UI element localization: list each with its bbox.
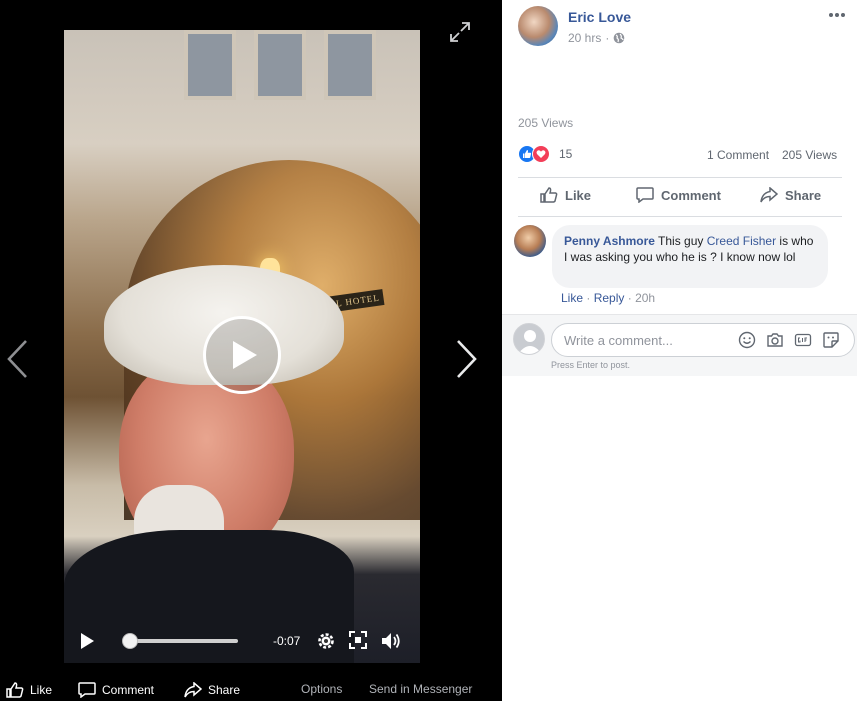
press-enter-hint: Press Enter to post.: [551, 360, 631, 370]
separator: ·: [586, 291, 594, 305]
comment-icon: [78, 682, 96, 698]
comment-icon: [636, 187, 654, 203]
comment-actions: Like · Reply · 20h: [561, 291, 655, 305]
commenter-name-link[interactable]: Penny Ashmore: [564, 234, 655, 248]
theater-comment-button[interactable]: Comment: [78, 682, 154, 698]
thumbs-up-icon: [540, 187, 558, 203]
theater-action-bar: Like Comment Share Options Send in Messe…: [0, 680, 502, 701]
theater-share-label: Share: [208, 683, 241, 697]
theater-comment-label: Comment: [102, 683, 155, 697]
post-action-bar: Like Comment Share: [518, 177, 842, 217]
meta-separator: ·: [605, 31, 610, 45]
avatar[interactable]: [514, 225, 546, 257]
building-window: [324, 30, 376, 100]
comment-time[interactable]: 20h: [635, 291, 655, 305]
play-button[interactable]: [203, 316, 281, 394]
expand-icon[interactable]: [448, 20, 472, 44]
globe-icon[interactable]: [613, 32, 625, 44]
comment-reply-link[interactable]: Reply: [594, 291, 625, 305]
share-button[interactable]: Share: [760, 187, 821, 203]
time-remaining: -0:07: [273, 634, 301, 648]
post-timestamp[interactable]: 20 hrs: [568, 31, 601, 45]
options-button[interactable]: Options: [301, 682, 342, 696]
post-side-panel: Eric Love 20 hrs · 205 Views 15 1 Commen…: [502, 0, 857, 701]
share-label: Share: [785, 187, 822, 203]
prev-arrow-icon[interactable]: [4, 338, 30, 380]
fullscreen-icon[interactable]: [349, 631, 367, 649]
video-controls: -0:07: [64, 626, 420, 656]
share-icon: [760, 187, 778, 203]
mention-link[interactable]: Creed Fisher: [707, 234, 776, 248]
gif-icon[interactable]: [794, 331, 812, 349]
building-window: [254, 30, 306, 100]
camera-icon[interactable]: [766, 331, 784, 349]
views-count: 205 Views: [782, 148, 838, 162]
views-text: 205 Views: [518, 116, 574, 130]
photo-theater-window: INTERNATIONAL HOTEL -0:07: [0, 0, 857, 701]
theater-share-button[interactable]: Share: [184, 682, 240, 698]
share-icon: [184, 682, 202, 698]
progress-handle[interactable]: [122, 633, 138, 649]
separator: ·: [627, 291, 636, 305]
avatar: [513, 323, 545, 355]
emoji-icon[interactable]: [738, 331, 756, 349]
comment-composer: Press Enter to post.: [502, 314, 857, 376]
play-icon: [233, 341, 257, 369]
sticker-icon[interactable]: [822, 331, 840, 349]
settings-icon[interactable]: [316, 631, 336, 651]
play-icon[interactable]: [78, 632, 96, 650]
comment-bubble: Penny Ashmore This guy Creed Fisher is w…: [552, 225, 828, 288]
reactions-summary: 15 1 Comment 205 Views: [518, 145, 848, 165]
avatar[interactable]: [518, 6, 558, 46]
author-name-link[interactable]: Eric Love: [568, 9, 631, 25]
thumbs-up-icon: [6, 682, 24, 698]
comment-text: This guy: [658, 234, 707, 248]
comment-count-link[interactable]: 1 Comment: [707, 148, 769, 162]
post-meta: 20 hrs ·: [568, 31, 625, 45]
video-theater: INTERNATIONAL HOTEL -0:07: [0, 0, 502, 701]
like-button[interactable]: Like: [540, 187, 591, 203]
comment-like-link[interactable]: Like: [561, 291, 583, 305]
more-options-icon[interactable]: [828, 10, 846, 20]
building-window: [184, 30, 236, 100]
reaction-icons[interactable]: [518, 145, 550, 163]
next-arrow-icon[interactable]: [454, 338, 480, 380]
comment-button[interactable]: Comment: [636, 187, 721, 203]
like-label: Like: [565, 187, 592, 203]
reaction-count[interactable]: 15: [559, 147, 572, 161]
theater-like-button[interactable]: Like: [6, 682, 52, 698]
volume-icon[interactable]: [380, 630, 402, 652]
send-in-messenger-button[interactable]: Send in Messenger: [369, 682, 472, 696]
progress-bar[interactable]: [128, 639, 238, 643]
love-reaction-icon: [532, 145, 550, 163]
comment-label: Comment: [661, 187, 721, 203]
theater-like-label: Like: [30, 683, 53, 697]
